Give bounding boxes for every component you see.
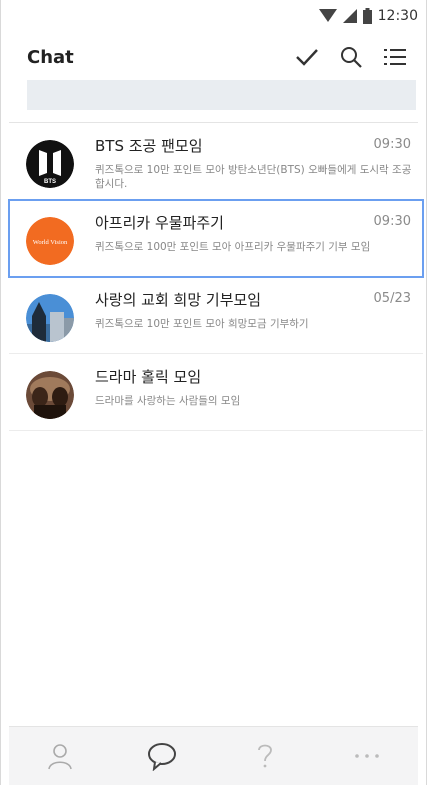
header-actions: [294, 44, 408, 70]
chat-row-africa[interactable]: World Vision 아프리카 우물파주기 09:30 퀴즈톡으로 100만…: [8, 199, 424, 278]
chat-list: BTS BTS 조공 팬모임 09:30 퀴즈톡으로 10만 포인트 모아 방탄…: [8, 123, 424, 431]
app-header: Chat: [1, 34, 426, 80]
check-icon[interactable]: [294, 44, 320, 70]
chat-name: 사랑의 교회 희망 기부모임: [95, 291, 262, 309]
status-icons: 12:30: [318, 8, 418, 24]
person-icon[interactable]: [40, 736, 80, 776]
app-frame: 12:30 Chat BTS BTS 조공 팬모임 09:30 퀴즈톡으로 10…: [0, 0, 427, 785]
chat-time: 05/23: [373, 291, 411, 306]
avatar-church: [26, 294, 74, 342]
wifi-icon: [318, 9, 337, 22]
chat-row-bts[interactable]: BTS BTS 조공 팬모임 09:30 퀴즈톡으로 10만 포인트 모아 방탄…: [9, 123, 423, 200]
chat-row-church[interactable]: 사랑의 교회 희망 기부모임 05/23 퀴즈톡으로 10만 포인트 모아 희망…: [9, 277, 423, 354]
chat-description: 드라마를 사랑하는 사람들의 모임: [95, 395, 241, 407]
avatar-drama: [26, 371, 74, 419]
help-icon[interactable]: [245, 736, 285, 776]
avatar-bts: BTS: [26, 140, 74, 188]
menu-list-icon[interactable]: [382, 44, 408, 70]
chat-description: 퀴즈톡으로 10만 포인트 모아 방탄소년단(BTS) 오빠들에게 도시락 조공…: [95, 164, 412, 190]
chat-description: 퀴즈톡으로 10만 포인트 모아 희망모금 기부하기: [95, 318, 309, 330]
world-vision-logo-text: World Vision: [33, 239, 68, 246]
chat-description: 퀴즈톡으로 100만 포인트 모아 아프리카 우물파주기 기부 모임: [95, 241, 371, 253]
chat-time: 09:30: [373, 214, 411, 229]
more-icon[interactable]: [347, 736, 387, 776]
bts-logo-text: BTS: [44, 179, 56, 185]
chat-bubble-icon[interactable]: [142, 736, 182, 776]
battery-icon: [362, 8, 372, 24]
status-bar: 12:30: [1, 0, 426, 34]
search-input[interactable]: [27, 80, 416, 110]
status-time: 12:30: [377, 8, 418, 24]
search-icon[interactable]: [338, 44, 364, 70]
page-title: Chat: [27, 47, 74, 68]
chat-name: 드라마 홀릭 모임: [95, 368, 202, 386]
avatar-world-vision: World Vision: [26, 217, 74, 265]
chat-row-drama[interactable]: 드라마 홀릭 모임 드라마를 사랑하는 사람들의 모임: [9, 354, 423, 431]
signal-icon: [342, 9, 357, 23]
chat-name: BTS 조공 팬모임: [95, 137, 203, 155]
chat-name: 아프리카 우물파주기: [95, 214, 224, 232]
bottom-nav: [9, 726, 418, 785]
chat-time: 09:30: [373, 137, 411, 152]
